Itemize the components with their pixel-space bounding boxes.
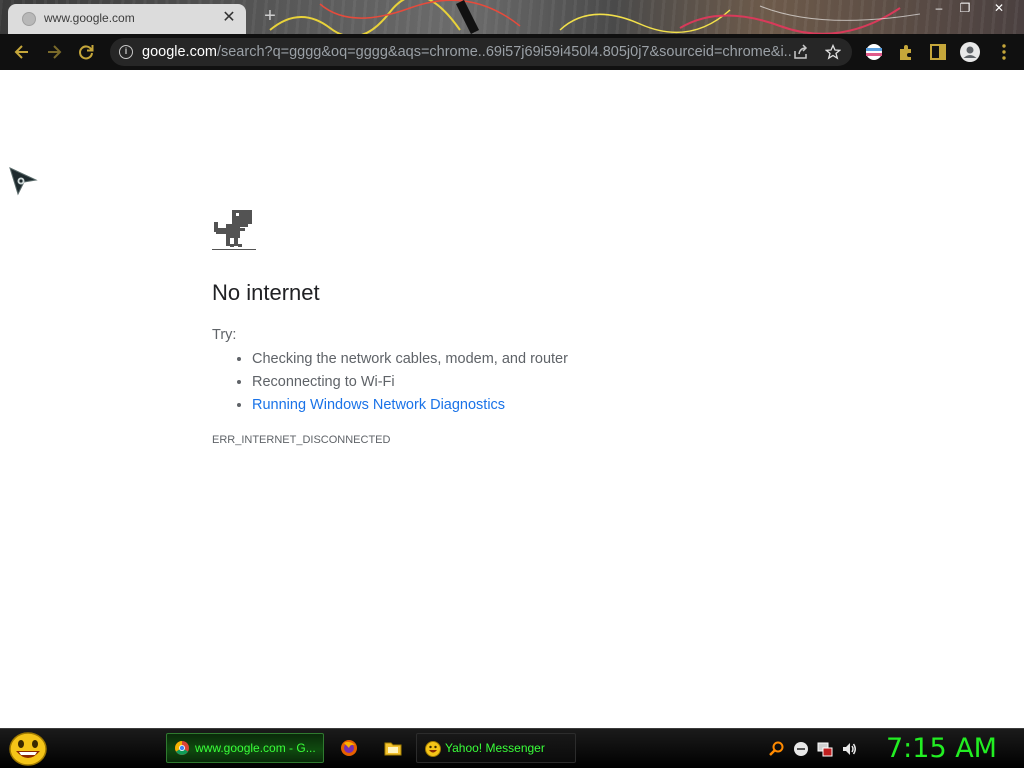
menu-dots-icon[interactable] [994,42,1014,62]
address-bar[interactable]: i google.com/search?q=gggg&oq=gggg&aqs=c… [110,38,852,66]
chrome-icon [175,741,189,755]
site-info-icon[interactable]: i [119,45,133,59]
forward-arrow-icon[interactable] [44,42,64,62]
taskbar-clock[interactable]: 7:15 AM [886,733,997,764]
side-panel-icon[interactable] [928,42,948,62]
bookmark-star-icon[interactable] [825,44,841,60]
restore-button[interactable]: ❐ [952,0,978,16]
start-smiley-icon[interactable] [8,731,48,767]
volume-icon[interactable] [841,741,857,757]
taskbar-button-label: Yahoo! Messenger [445,741,545,755]
network-diagnostics-link[interactable]: Running Windows Network Diagnostics [252,397,505,413]
try-label: Try: [212,327,237,343]
share-icon[interactable] [793,44,809,60]
reload-icon[interactable] [76,42,96,62]
network-icon[interactable] [793,741,809,757]
yahoo-messenger-icon [425,741,441,757]
taskbar-button-chrome[interactable]: www.google.com - G... [166,733,324,763]
extensions-puzzle-icon[interactable] [896,42,916,62]
offline-dinosaur-icon [212,210,256,250]
title-bar: www.google.com ✕ + – ❐ ✕ [0,0,1024,34]
url-path: /search?q=gggg&oq=gggg&aqs=chrome..69i57… [216,44,792,60]
taskbar-button-yahoo-messenger[interactable]: Yahoo! Messenger [416,733,576,763]
url-text: google.com/search?q=gggg&oq=gggg&aqs=chr… [142,44,792,60]
error-code: ERR_INTERNET_DISCONNECTED [212,434,391,446]
suggestion-item: Checking the network cables, modem, and … [252,348,568,371]
suggestions-list: Checking the network cables, modem, and … [212,348,568,417]
new-tab-button[interactable]: + [260,6,280,26]
close-window-button[interactable]: ✕ [986,0,1012,16]
folder-icon[interactable] [384,739,402,757]
globe-icon [22,12,36,26]
suggestion-item: Running Windows Network Diagnostics [252,394,568,417]
profile-flag-icon[interactable] [864,42,884,62]
suggestion-item: Reconnecting to Wi-Fi [252,371,568,394]
taskbar-button-label: www.google.com - G... [195,741,316,755]
display-icon[interactable] [817,741,833,757]
close-tab-button[interactable]: ✕ [220,9,238,27]
minimize-button[interactable]: – [926,0,952,16]
error-heading: No internet [212,280,320,305]
browser-toolbar: i google.com/search?q=gggg&oq=gggg&aqs=c… [0,34,1024,70]
url-host: google.com [142,44,217,60]
wallpaper-scribble [269,0,921,34]
taskbar: www.google.com - G... Yahoo! Messenger 7… [0,728,1024,768]
search-icon[interactable] [768,741,784,757]
back-arrow-icon[interactable] [12,42,32,62]
firefox-icon[interactable] [340,739,358,757]
browser-tab[interactable]: www.google.com ✕ [8,4,246,34]
tab-title: www.google.com [44,11,135,25]
mouse-cursor-icon [9,167,38,196]
account-avatar-icon[interactable] [960,42,980,62]
